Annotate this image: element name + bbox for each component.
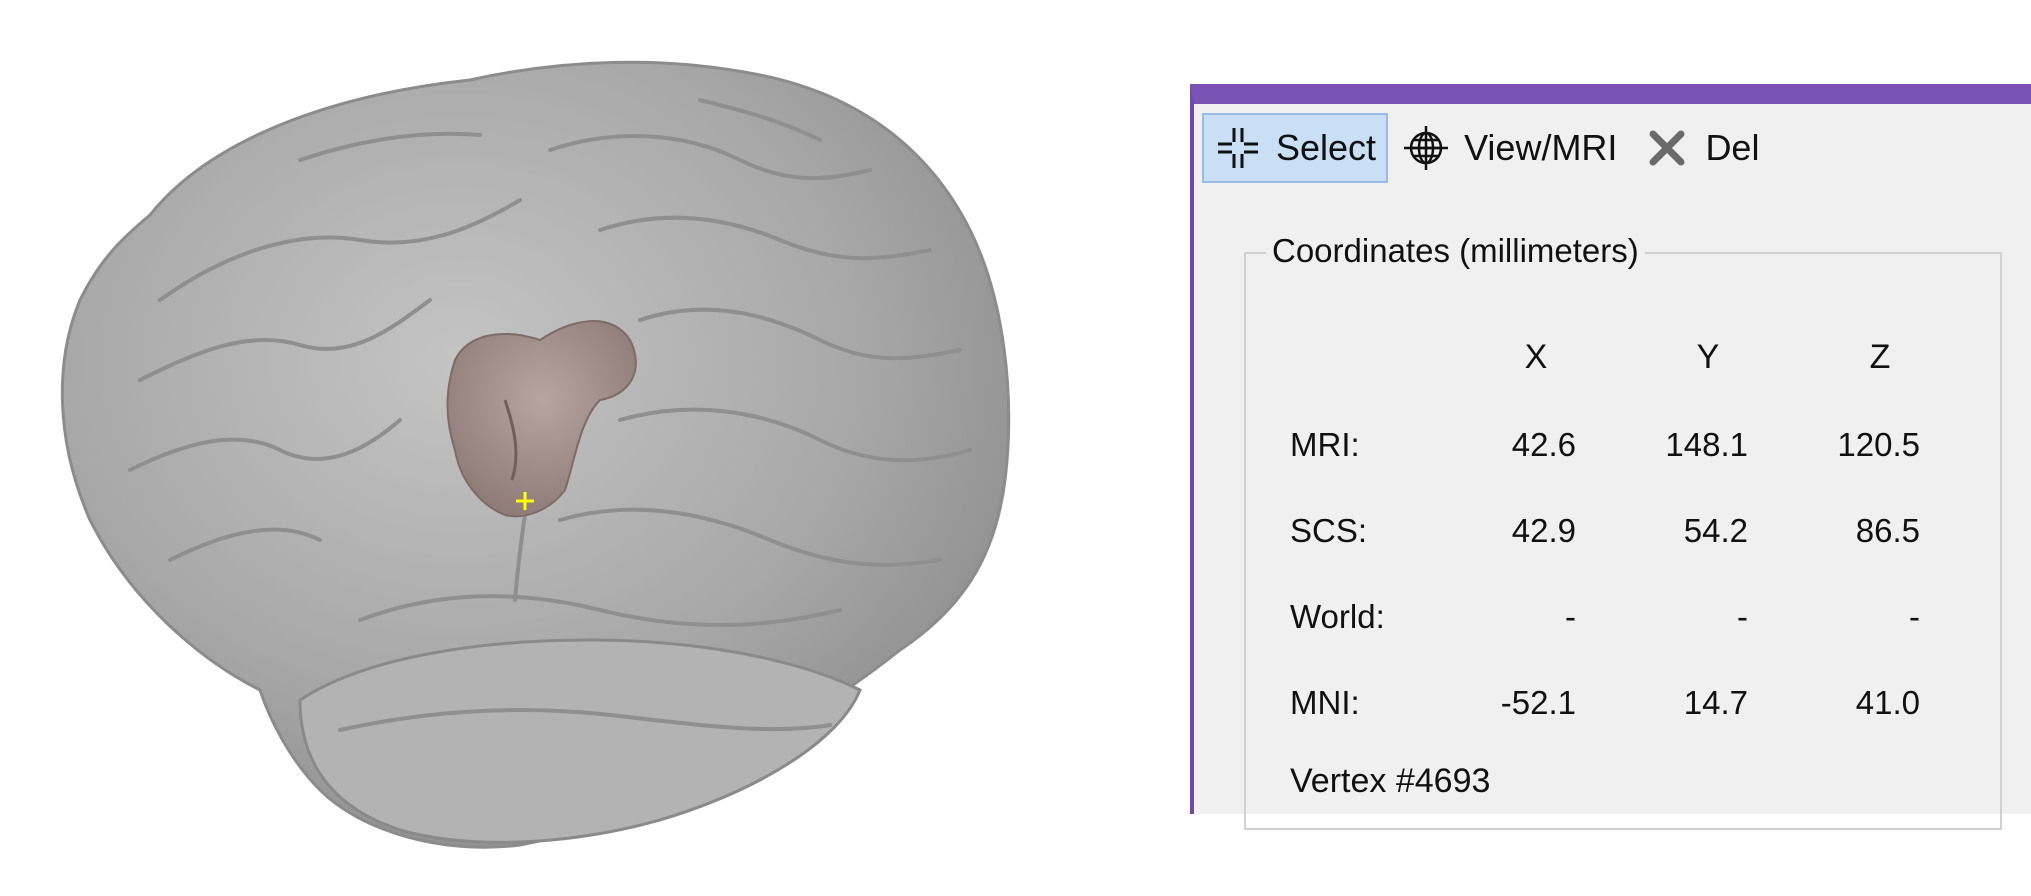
world-label: World: [1290, 598, 1385, 635]
select-button[interactable]: Select [1202, 113, 1389, 183]
scs-label: SCS: [1290, 512, 1368, 549]
select-label: Select [1276, 127, 1377, 168]
scs-z-value: 86.5 [1855, 512, 1920, 549]
brain-3d-view[interactable] [0, 0, 1120, 896]
globe-icon [1404, 126, 1449, 170]
coordinates-group: Coordinates (millimeters) X Y Z MRI: 42.… [1244, 232, 2002, 830]
mni-z-value: 41.0 [1855, 684, 1920, 721]
world-y-value: - [1737, 598, 1748, 635]
world-z-value: - [1909, 598, 1920, 635]
mri-x-value: 42.6 [1511, 426, 1576, 463]
mni-x-value: -52.1 [1500, 684, 1576, 721]
scs-y-value: 54.2 [1683, 512, 1748, 549]
coordinates-panel: Select View/MRI Del Coordinates (millime… [1190, 84, 2031, 830]
brain-surface[interactable] [0, 0, 1120, 896]
world-x-value: - [1565, 598, 1576, 635]
scs-x-value: 42.9 [1511, 512, 1576, 549]
delete-label: Del [1705, 127, 1760, 168]
mri-label: MRI: [1290, 426, 1360, 463]
header-x: X [1524, 338, 1548, 376]
toolbar: Select View/MRI Del [1202, 112, 2031, 184]
header-z: Z [1869, 338, 1891, 376]
view-mri-button[interactable]: View/MRI [1390, 113, 1629, 183]
header-y: Y [1696, 338, 1720, 376]
mri-y-value: 148.1 [1665, 426, 1748, 463]
view-mri-label: View/MRI [1464, 127, 1618, 168]
vertex-label: Vertex #4693 [1290, 762, 1491, 800]
crosshair-icon [1218, 128, 1258, 168]
close-icon [1649, 130, 1685, 166]
delete-button[interactable]: Del [1631, 113, 1771, 183]
mri-z-value: 120.5 [1837, 426, 1920, 463]
mni-label: MNI: [1290, 684, 1360, 721]
mni-y-value: 14.7 [1683, 684, 1748, 721]
coordinates-title: Coordinates (millimeters) [1266, 232, 1645, 270]
